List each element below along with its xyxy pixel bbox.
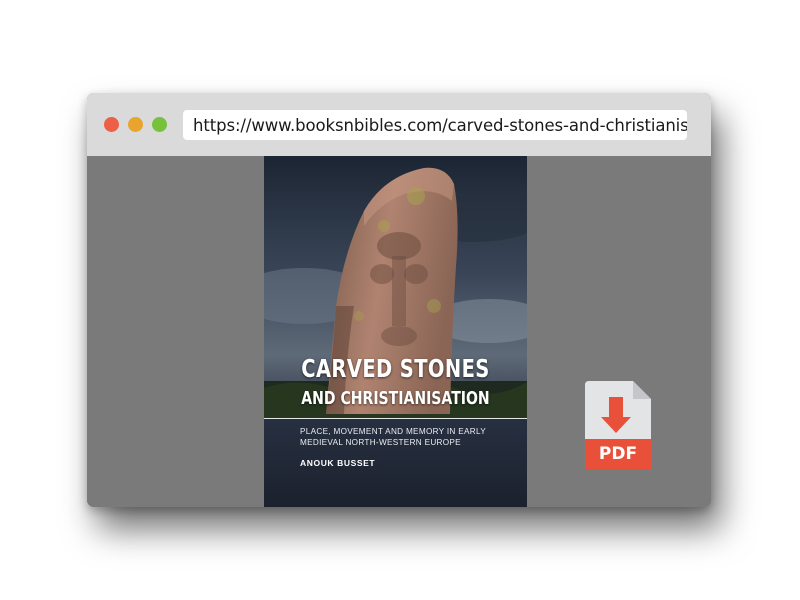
close-window-button[interactable]	[104, 117, 119, 132]
cover-subtitle: PLACE, MOVEMENT AND MEMORY IN EARLY MEDI…	[300, 426, 500, 448]
url-text: https://www.booksnbibles.com/carved-ston…	[193, 115, 687, 135]
cover-author: ANOUK BUSSET	[300, 458, 376, 468]
book-cover[interactable]: CARVED STONES AND CHRISTIANISATION PLACE…	[264, 156, 527, 507]
title-bar: https://www.booksnbibles.com/carved-ston…	[87, 93, 711, 156]
browser-window: https://www.booksnbibles.com/carved-ston…	[87, 93, 711, 507]
pdf-label: PDF	[598, 444, 638, 464]
pdf-download-button[interactable]: PDF	[585, 381, 655, 469]
cover-subtitle-line2: MEDIEVAL NORTH-WESTERN EUROPE	[300, 438, 461, 447]
maximize-window-button[interactable]	[152, 117, 167, 132]
cover-title-line2: AND CHRISTIANISATION	[301, 388, 490, 409]
cover-title-line1: CARVED STONES	[301, 354, 490, 383]
cover-subtitle-line1: PLACE, MOVEMENT AND MEMORY IN EARLY	[300, 427, 486, 436]
address-bar[interactable]: https://www.booksnbibles.com/carved-ston…	[183, 110, 687, 140]
minimize-window-button[interactable]	[128, 117, 143, 132]
page-content: CARVED STONES AND CHRISTIANISATION PLACE…	[87, 156, 711, 507]
